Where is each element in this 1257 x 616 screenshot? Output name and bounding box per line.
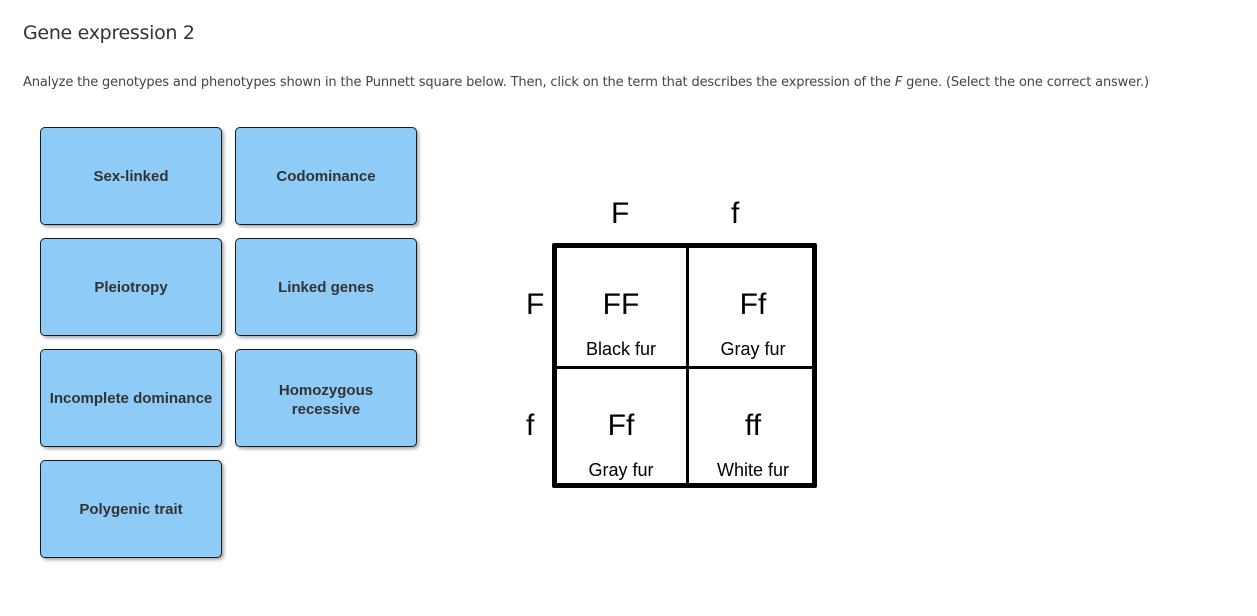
choice-label: Incomplete dominance xyxy=(49,389,213,407)
top-allele-1: F xyxy=(611,197,630,230)
choice-label: Codominance xyxy=(276,167,376,185)
genotype: FF xyxy=(602,288,640,321)
genotype: ff xyxy=(744,409,762,442)
choice-label: Polygenic trait xyxy=(79,500,183,518)
phenotype: Gray fur xyxy=(720,339,786,359)
choice-homozygous-recessive[interactable]: Homozygous recessive xyxy=(235,349,417,447)
phenotype: White fur xyxy=(716,460,790,480)
punnett-cell: ff White fur xyxy=(689,369,817,487)
choice-codominance[interactable]: Codominance xyxy=(235,127,417,225)
genotype: Ff xyxy=(607,409,635,442)
choice-label: Linked genes xyxy=(278,278,374,296)
punnett-cell: Ff Gray fur xyxy=(557,369,685,487)
instructions-text-end: gene. (Select the one correct answer.) xyxy=(902,75,1149,90)
punnett-grid: FF Black fur Ff Gray fur Ff Gray fur ff … xyxy=(552,243,817,488)
punnett-cell: Ff Gray fur xyxy=(689,248,817,366)
choice-linked-genes[interactable]: Linked genes xyxy=(235,238,417,336)
instructions: Analyze the genotypes and phenotypes sho… xyxy=(23,75,1149,90)
genotype: Ff xyxy=(739,288,767,321)
choice-sex-linked[interactable]: Sex-linked xyxy=(40,127,222,225)
side-allele-2: f xyxy=(526,409,535,442)
choice-polygenic-trait[interactable]: Polygenic trait xyxy=(40,460,222,558)
choice-pleiotropy[interactable]: Pleiotropy xyxy=(40,238,222,336)
choice-label: Homozygous recessive xyxy=(278,382,374,418)
instructions-text: Analyze the genotypes and phenotypes sho… xyxy=(23,75,895,90)
phenotype: Gray fur xyxy=(588,460,654,480)
page-title: Gene expression 2 xyxy=(23,22,195,44)
choice-label: Pleiotropy xyxy=(94,278,168,296)
phenotype: Black fur xyxy=(585,339,657,359)
side-allele-1: F xyxy=(526,288,545,321)
choice-incomplete-dominance[interactable]: Incomplete dominance xyxy=(40,349,222,447)
choice-label: Sex-linked xyxy=(93,167,169,185)
top-allele-2: f xyxy=(731,197,740,230)
punnett-cell: FF Black fur xyxy=(557,248,685,366)
